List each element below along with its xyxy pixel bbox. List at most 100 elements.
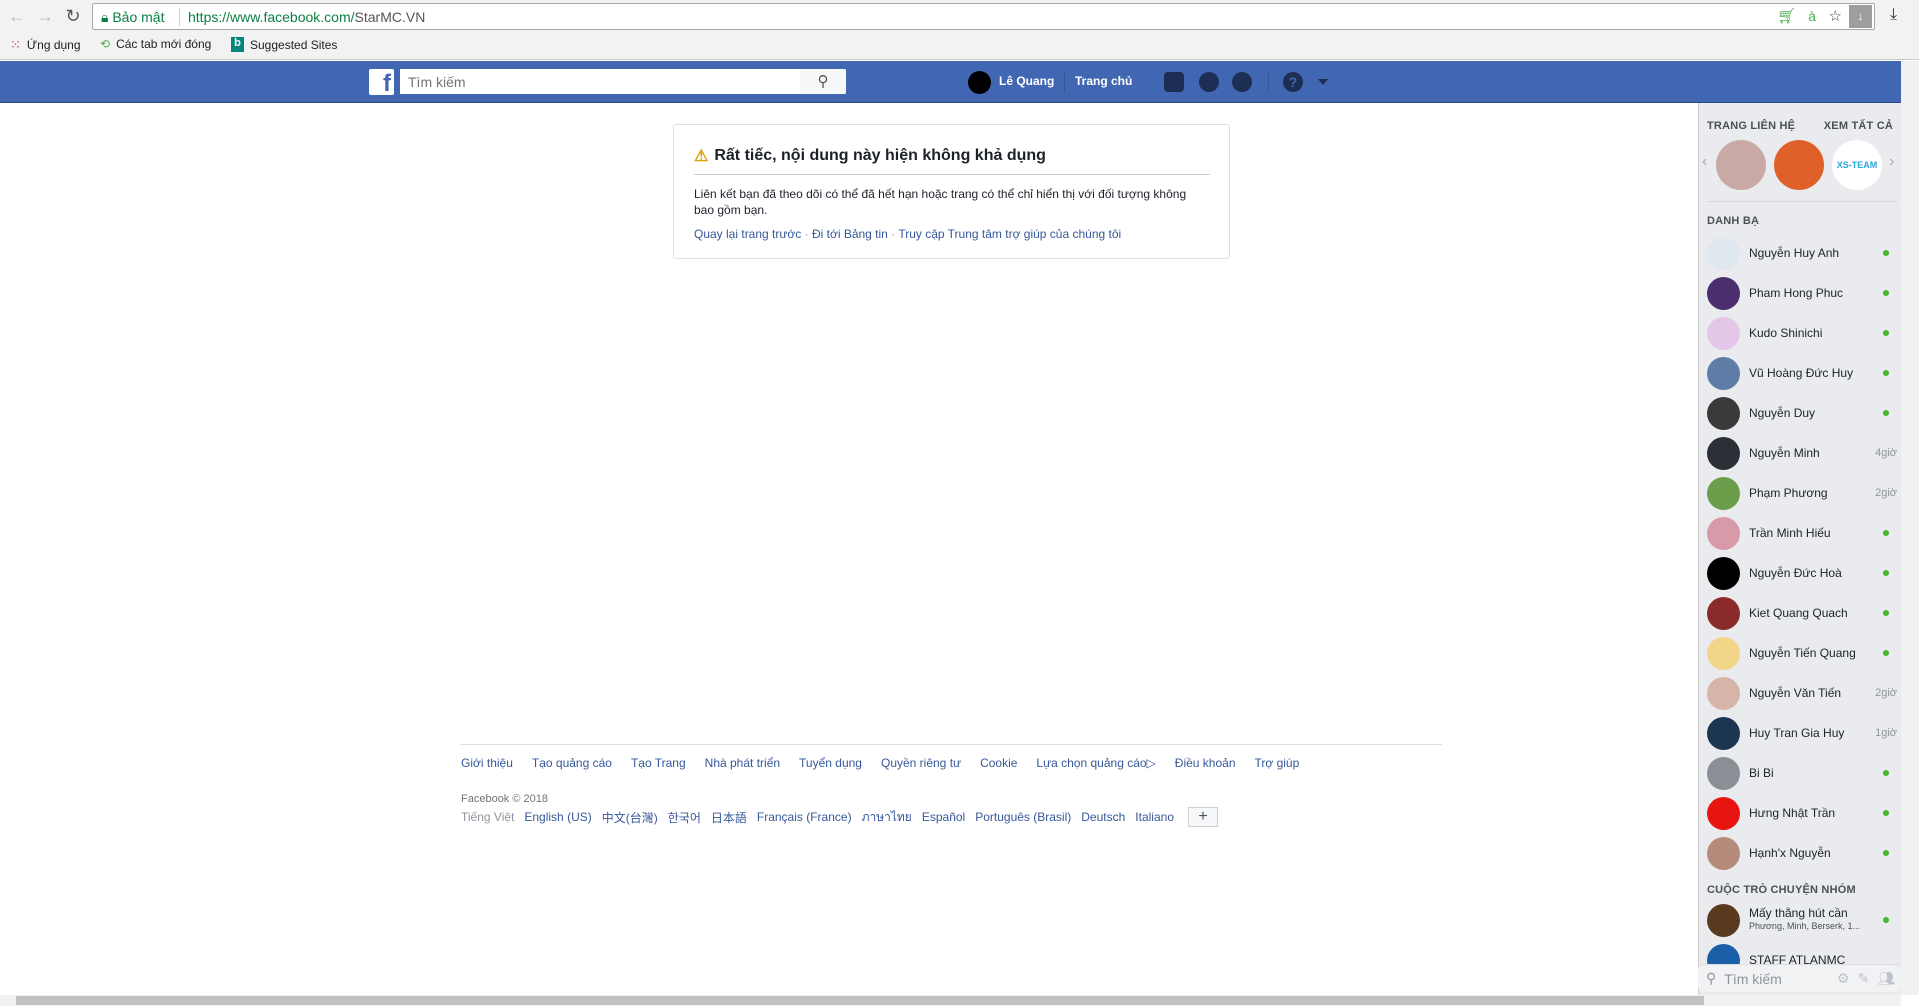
contact-avatar [1707,756,1740,790]
contact-name: Kiet Quang Quach [1749,606,1848,620]
contact-item[interactable]: Hưng Nhật Trần [1707,793,1897,833]
chat-search-input[interactable]: Tìm kiếm [1724,971,1829,987]
lock-icon: 🔒︎ [101,9,109,25]
language-link[interactable]: Italiano [1135,810,1174,824]
contact-item[interactable]: Nguyễn Minh 4giờ [1707,433,1897,473]
vertical-scrollbar[interactable] [1901,61,1919,995]
contact-avatar [1707,796,1740,830]
contact-avatar [1707,356,1740,390]
contact-item[interactable]: Phạm Phương 2giờ [1707,473,1897,513]
language-link[interactable]: 한국어 [668,809,701,826]
group-name: Mấy thằng hút cần [1749,907,1848,920]
footer-link-terms[interactable]: Điều khoản [1175,756,1236,770]
footer-link-about[interactable]: Giới thiệu [461,756,513,770]
footer-link-careers[interactable]: Tuyển dụng [799,756,862,770]
footer-link-create-page[interactable]: Tạo Trang [631,756,686,770]
bookmark-recent-tabs[interactable]: ⟲ Các tab mới đóng [100,37,211,51]
extension-text[interactable]: à [1808,8,1816,24]
bookmark-apps[interactable]: ⁙ Ứng dụng [10,37,81,53]
create-group-icon[interactable]: 👥︎ [1877,970,1895,987]
notifications-globe-icon[interactable] [1232,72,1252,92]
footer-link-developers[interactable]: Nhà phát triển [705,756,780,770]
language-list: Tiếng Việt English (US) 中文(台灣) 한국어 日本語 F… [461,807,1218,827]
bookmark-suggested-sites[interactable]: b Suggested Sites [231,37,337,52]
scrollbar-thumb[interactable] [16,996,1704,1005]
search-icon: ⚲ [1706,970,1717,986]
profile-link[interactable]: Lê Quang [999,74,1054,88]
footer-link-cookies[interactable]: Cookie [980,756,1017,770]
contact-item[interactable]: Nguyễn Tiến Quang [1707,633,1897,673]
contact-avatar [1707,556,1740,590]
language-link[interactable]: 中文(台灣) [602,809,658,826]
online-indicator [1883,610,1889,616]
secure-indicator[interactable]: 🔒︎ Bảo mật [101,9,164,26]
facebook-logo[interactable]: f [369,69,394,95]
url-text[interactable]: https://www.facebook.com/StarMC.VN [188,9,425,25]
contact-name: Nguyễn Huy Anh [1749,246,1840,260]
contact-item[interactable]: Nguyễn Duy [1707,393,1897,433]
page-avatar[interactable] [1774,140,1824,190]
back-button[interactable]: ← [6,6,28,27]
contact-item[interactable]: Nguyễn Đức Hoà [1707,553,1897,593]
go-back-link[interactable]: Quay lại trang trước [694,227,801,241]
page-avatar[interactable] [1716,140,1766,190]
chat-search-bar: ⚲ Tìm kiếm ⚙ ✎ 👥︎ [1698,964,1901,992]
horizontal-scrollbar[interactable] [0,995,1901,1006]
language-link[interactable]: Português (Brasil) [975,810,1071,824]
contact-item[interactable]: Nguyễn Huy Anh [1707,233,1897,273]
language-link[interactable]: Español [922,810,965,824]
language-link[interactable]: 日本語 [711,809,747,826]
star-icon[interactable]: ☆ [1829,7,1842,25]
footer-link-help[interactable]: Trợ giúp [1255,756,1300,770]
address-bar[interactable]: 🔒︎ Bảo mật https://www.facebook.com/Star… [92,3,1875,30]
footer-link-ad-choices[interactable]: Lựa chọn quảng cáo▷ [1036,756,1155,770]
contact-item[interactable]: Bi Bi [1707,753,1897,793]
footer-link-privacy[interactable]: Quyền riêng tư [881,756,961,770]
contact-item[interactable]: Vũ Hoàng Đức Huy [1707,353,1897,393]
chevron-right-icon[interactable]: › [1889,153,1894,171]
help-center-link[interactable]: Truy cập Trung tâm trợ giúp của chúng tô… [898,227,1121,241]
online-indicator [1883,330,1889,336]
bing-icon: b [231,37,244,52]
more-languages-button[interactable]: + [1188,807,1218,827]
chevron-left-icon[interactable]: ‹ [1702,153,1707,171]
account-menu-caret-icon[interactable] [1318,79,1328,90]
messenger-icon[interactable] [1199,72,1219,92]
contact-avatar [1707,236,1740,270]
contact-item[interactable]: Hạnh'x Nguyễn [1707,833,1897,873]
contact-item[interactable]: Nguyễn Văn Tiến 2giờ [1707,673,1897,713]
language-link[interactable]: ภาษาไทย [862,808,912,827]
downloads-icon[interactable]: ⤓ [1890,6,1897,24]
contact-avatar [1707,276,1740,310]
search-button[interactable]: ⚲ [800,69,846,94]
contact-item[interactable]: Pham Hong Phuc [1707,273,1897,313]
forward-button[interactable]: → [34,6,56,27]
download-extension-icon[interactable]: ↓ [1849,5,1872,28]
contact-name: Trần Minh Hiếu [1749,526,1831,540]
group-chat-item[interactable]: Mấy thằng hút cần Phương, Minh, Berserk, … [1707,900,1897,940]
news-feed-link[interactable]: Đi tới Bảng tin [812,227,888,241]
page-avatar[interactable]: XS-TEAM [1832,140,1882,190]
gear-icon[interactable]: ⚙ [1837,970,1850,987]
contact-item[interactable]: Kiet Quang Quach [1707,593,1897,633]
contact-item[interactable]: Trần Minh Hiếu [1707,513,1897,553]
language-link[interactable]: Deutsch [1081,810,1125,824]
cart-extension-icon[interactable]: 🛒︎ [1777,7,1796,25]
contact-item[interactable]: Huy Tran Gia Huy 1giờ [1707,713,1897,753]
compose-icon[interactable]: ✎ [1857,970,1869,987]
divider [694,174,1210,175]
friend-requests-icon[interactable] [1164,72,1184,92]
online-indicator [1883,917,1889,923]
user-avatar[interactable] [968,71,991,94]
footer-link-create-ad[interactable]: Tạo quảng cáo [532,756,612,770]
reload-button[interactable]: ↻ [62,6,84,27]
language-link[interactable]: Français (France) [757,810,852,824]
contact-avatar [1707,716,1740,750]
see-all-link[interactable]: XEM TẤT CẢ [1824,120,1893,132]
help-icon[interactable]: ? [1283,72,1303,92]
search-input[interactable] [400,69,800,94]
contact-name: Bi Bi [1749,766,1774,780]
language-link[interactable]: English (US) [524,810,591,824]
home-link[interactable]: Trang chủ [1075,74,1132,88]
contact-item[interactable]: Kudo Shinichi [1707,313,1897,353]
